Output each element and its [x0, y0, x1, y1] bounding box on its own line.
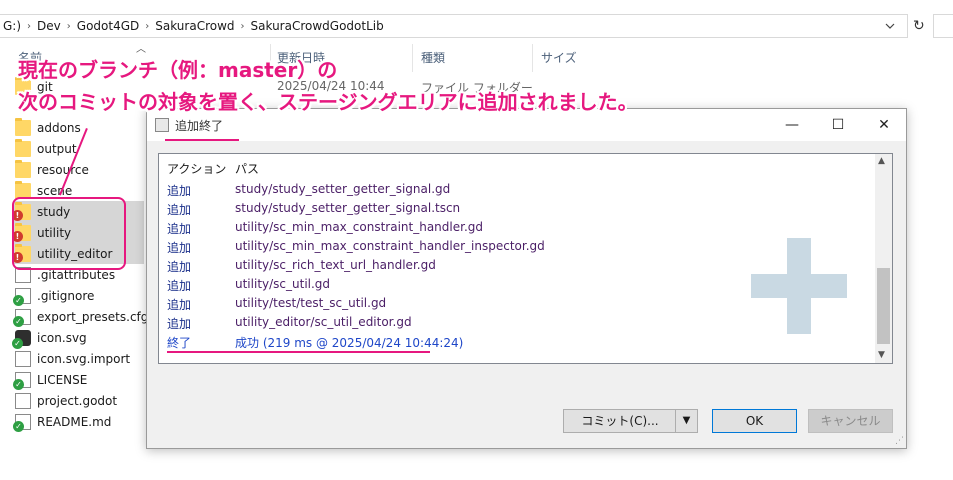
- row-path: 成功 (219 ms @ 2025/04/24 10:44:24): [235, 336, 464, 350]
- scroll-down-icon[interactable]: ▼: [878, 350, 885, 360]
- row-path: utility/sc_rich_text_url_handler.gd: [235, 258, 436, 272]
- row-path: utility/sc_min_max_constraint_handler.gd: [235, 220, 483, 234]
- file-name: .gitignore: [37, 288, 95, 303]
- breadcrumb-item[interactable]: SakuraCrowd: [152, 19, 237, 33]
- app-icon: [155, 118, 169, 132]
- row-path: utility/sc_min_max_constraint_handler_in…: [235, 239, 545, 253]
- add-finished-dialog: 追加終了 — ☐ ✕ アクション パス 追加 study/study_setter…: [146, 108, 907, 449]
- file-row[interactable]: resource: [15, 159, 89, 180]
- row-action: 追加: [167, 203, 192, 217]
- close-button[interactable]: ✕: [861, 109, 907, 141]
- file-name: scene: [37, 183, 73, 198]
- versioned-file-icon: [13, 287, 31, 306]
- row-path: study/study_setter_getter_signal.gd: [235, 182, 451, 196]
- breadcrumb-item[interactable]: Dev: [34, 19, 64, 33]
- column-header-type[interactable]: 種類: [421, 44, 445, 72]
- file-icon: [15, 350, 31, 367]
- row-action: 追加: [167, 298, 192, 312]
- row-action: 追加: [167, 222, 192, 236]
- file-name: README.md: [37, 414, 112, 429]
- breadcrumb-item[interactable]: SakuraCrowdGodotLib: [248, 19, 387, 33]
- highlight-box: [12, 197, 126, 270]
- ok-button[interactable]: OK: [712, 409, 797, 433]
- list-item-done[interactable]: 終了 成功 (219 ms @ 2025/04/24 10:44:24): [159, 333, 874, 352]
- row-action: 追加: [167, 317, 192, 331]
- row-path: utility_editor/sc_util_editor.gd: [235, 315, 412, 329]
- file-name: LICENSE: [37, 372, 88, 387]
- file-name: icon.svg.import: [37, 351, 131, 366]
- folder-icon: [15, 138, 31, 157]
- refresh-icon[interactable]: ↻: [913, 18, 925, 34]
- list-item[interactable]: 追加 utility/sc_min_max_constraint_handler.…: [159, 219, 874, 238]
- column-header-path[interactable]: パス: [235, 160, 259, 177]
- breadcrumb-item[interactable]: G:): [0, 19, 24, 33]
- search-box[interactable]: [933, 14, 953, 38]
- chevron-right-icon: ›: [27, 20, 32, 32]
- versioned-file-icon: [13, 308, 31, 327]
- scroll-thumb[interactable]: [877, 268, 890, 344]
- file-icon: [15, 392, 31, 409]
- resize-grip-icon[interactable]: ⋰: [895, 436, 904, 446]
- column-divider[interactable]: [532, 44, 533, 72]
- file-name: output: [37, 141, 77, 156]
- list-item[interactable]: 追加 study/study_setter_getter_signal.tscn: [159, 200, 874, 219]
- commit-button[interactable]: コミット(C)... ▼: [563, 409, 698, 433]
- file-row[interactable]: export_presets.cfg: [13, 306, 149, 327]
- dropdown-arrow-icon[interactable]: ▼: [675, 410, 697, 432]
- file-row[interactable]: README.md: [13, 411, 112, 432]
- column-divider[interactable]: [412, 44, 413, 72]
- file-name: resource: [37, 162, 89, 177]
- vertical-scrollbar[interactable]: ▲ ▼: [875, 154, 892, 363]
- scroll-up-icon[interactable]: ▲: [878, 156, 885, 166]
- done-underline: [167, 351, 430, 353]
- file-row[interactable]: icon.svg.import: [15, 348, 130, 369]
- row-action: 終了: [167, 336, 192, 350]
- row-path: study/study_setter_getter_signal.tscn: [235, 201, 461, 215]
- folder-icon: [15, 117, 31, 136]
- breadcrumb[interactable]: G:) › Dev › Godot4GD › SakuraCrowd › Sak…: [0, 14, 908, 38]
- title-underline: [165, 139, 239, 141]
- chevron-right-icon: ›: [66, 20, 71, 32]
- versioned-file-icon: [13, 413, 31, 432]
- cancel-button[interactable]: キャンセル: [808, 409, 893, 433]
- file-row[interactable]: project.godot: [15, 390, 117, 411]
- row-action: 追加: [167, 241, 192, 255]
- add-plus-icon: [751, 238, 847, 334]
- column-header-size[interactable]: サイズ: [541, 44, 577, 72]
- breadcrumb-item[interactable]: Godot4GD: [74, 19, 142, 33]
- file-name: icon.svg: [37, 330, 87, 345]
- godot-svg-icon: [12, 329, 31, 349]
- row-action: 追加: [167, 279, 192, 293]
- address-bar[interactable]: G:) › Dev › Godot4GD › SakuraCrowd › Sak…: [0, 14, 953, 38]
- annotation-line-2: 次のコミットの対象を置く、ステージングエリアに追加されました。: [18, 90, 638, 114]
- minimize-button[interactable]: —: [769, 109, 815, 141]
- dialog-title: 追加終了: [175, 119, 224, 133]
- column-header-action[interactable]: アクション: [167, 160, 226, 177]
- file-name: addons: [37, 120, 81, 135]
- chevron-right-icon: ›: [240, 20, 245, 32]
- row-action: 追加: [167, 260, 192, 274]
- chevron-right-icon: ›: [145, 20, 150, 32]
- folder-icon: [15, 159, 31, 178]
- maximize-button[interactable]: ☐: [815, 109, 861, 141]
- commit-button-label: コミット(C)...: [581, 414, 659, 428]
- file-row[interactable]: .gitignore: [13, 285, 95, 306]
- list-item[interactable]: 追加 study/study_setter_getter_signal.gd: [159, 181, 874, 200]
- row-path: utility/test/test_sc_util.gd: [235, 296, 387, 310]
- sort-ascending-icon: ︿: [136, 44, 146, 55]
- result-list[interactable]: アクション パス 追加 study/study_setter_getter_sig…: [158, 153, 893, 364]
- row-path: utility/sc_util.gd: [235, 277, 331, 291]
- file-row[interactable]: icon.svg: [12, 327, 87, 349]
- file-name: export_presets.cfg: [37, 309, 149, 324]
- row-action: 追加: [167, 184, 192, 198]
- file-row[interactable]: output: [15, 138, 77, 159]
- versioned-file-icon: [13, 371, 31, 390]
- annotation-line-1: 現在のブランチ（例：master）の: [18, 58, 338, 82]
- file-row[interactable]: addons: [15, 117, 81, 138]
- chevron-down-icon[interactable]: [885, 20, 895, 32]
- file-row[interactable]: LICENSE: [13, 369, 88, 390]
- file-name: project.godot: [37, 393, 118, 408]
